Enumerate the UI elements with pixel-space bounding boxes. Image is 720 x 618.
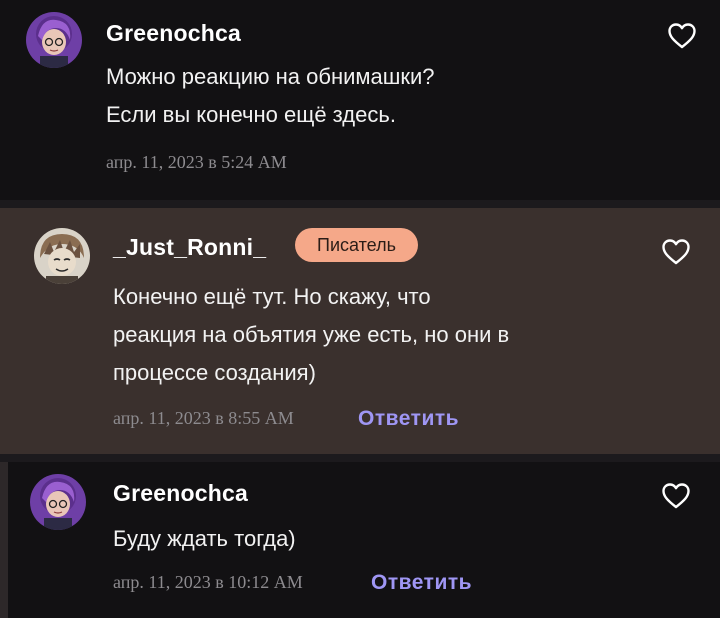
heart-outline-icon	[662, 483, 690, 509]
divider	[0, 454, 720, 462]
comment-just-ronni: _Just_Ronni_ Писатель Конечно ещё тут. Н…	[0, 208, 720, 454]
reply-button[interactable]: Ответить	[358, 407, 459, 431]
comment-timestamp: апр. 11, 2023 в 5:24 AM	[106, 152, 287, 172]
avatar-purple-hair-icon	[30, 474, 86, 530]
avatar[interactable]	[34, 228, 90, 284]
comment-line: реакция на объятия уже есть, но они в	[113, 322, 510, 347]
avatar[interactable]	[26, 12, 82, 68]
comment-timestamp: апр. 11, 2023 в 8:55 AM	[113, 408, 294, 428]
avatar-purple-hair-icon	[26, 12, 82, 68]
avatar-sketch-boy-icon	[34, 228, 90, 284]
like-button[interactable]	[667, 22, 697, 50]
heart-outline-icon	[668, 23, 696, 49]
writer-badge: Писатель	[295, 228, 418, 262]
comment-text: Можно реакцию на обнимашки? Если вы коне…	[106, 58, 435, 134]
comment-line: Если вы конечно ещё здесь.	[106, 102, 396, 127]
comment-line: Буду ждать тогда)	[113, 526, 296, 551]
comment-greenochca-2: Greenochca Буду ждать тогда) апр. 11, 20…	[0, 462, 720, 618]
avatar[interactable]	[30, 474, 86, 530]
comment-greenochca-1: Greenochca Можно реакцию на обнимашки? Е…	[0, 0, 720, 200]
comment-author[interactable]: Greenochca	[113, 480, 248, 507]
comment-line: Конечно ещё тут. Но скажу, что	[113, 284, 431, 309]
reply-button[interactable]: Ответить	[371, 571, 472, 595]
comment-line: Можно реакцию на обнимашки?	[106, 64, 435, 89]
comment-text: Буду ждать тогда)	[113, 520, 296, 558]
heart-outline-icon	[662, 239, 690, 265]
comment-line: процессе создания)	[113, 360, 316, 385]
comment-text: Конечно ещё тут. Но скажу, что реакция н…	[113, 278, 509, 392]
like-button[interactable]	[661, 238, 691, 266]
divider	[0, 200, 720, 208]
comment-author[interactable]: Greenochca	[106, 20, 241, 47]
comment-timestamp: апр. 11, 2023 в 10:12 AM	[113, 572, 303, 592]
comment-author[interactable]: _Just_Ronni_	[113, 234, 266, 261]
like-button[interactable]	[661, 482, 691, 510]
